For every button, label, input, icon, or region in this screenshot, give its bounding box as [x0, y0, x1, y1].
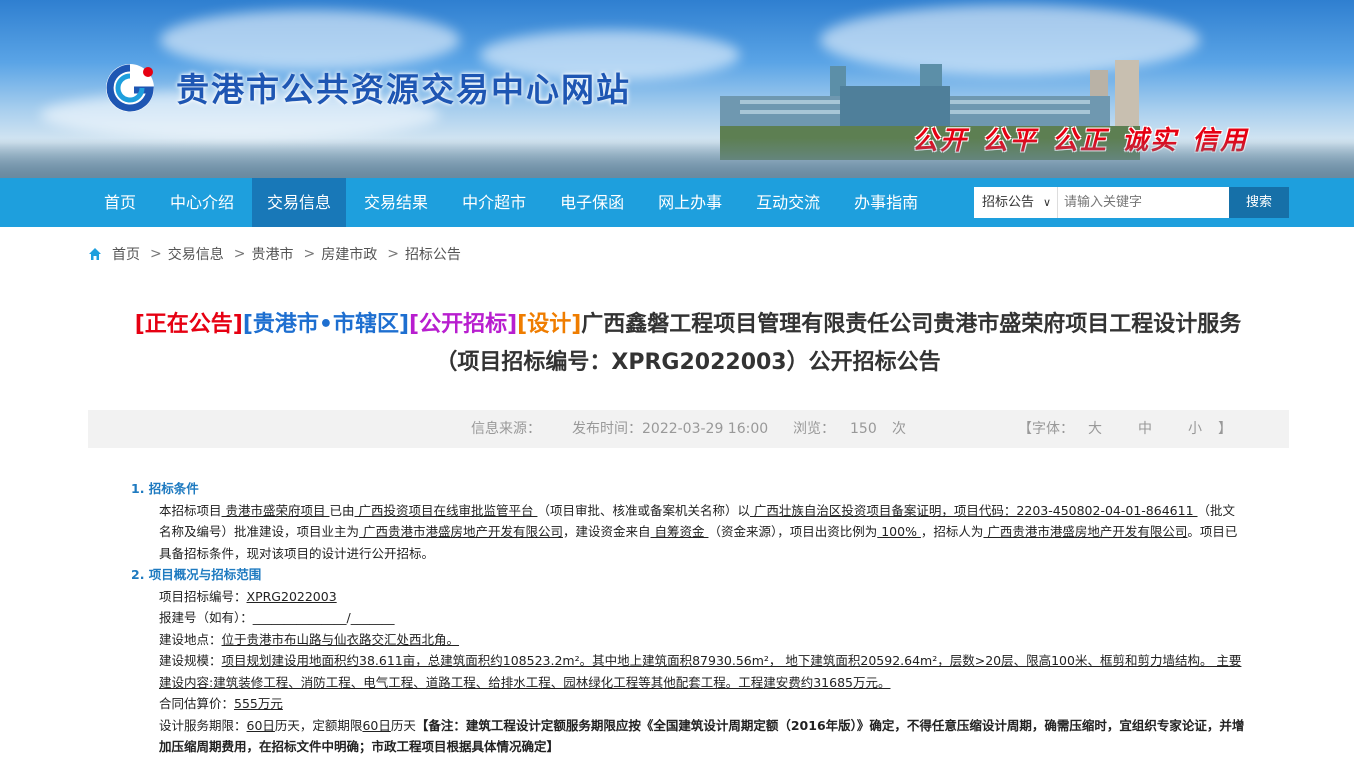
- nav-item-home[interactable]: 首页: [88, 178, 152, 227]
- tender-conditions-paragraph: 本招标项目 贵港市盛荣府项目 已由 广西投资项目在线审批监管平台 （项目审批、核…: [131, 500, 1246, 565]
- scale-row: 建设规模：项目规划建设用地面积约38.611亩，总建筑面积约108523.2m²…: [131, 650, 1246, 693]
- approval-platform: 广西投资项目在线审批监管平台: [354, 502, 538, 518]
- field-value: 项目规划建设用地面积约38.611亩，总建筑面积约108523.2m²。其中地上…: [159, 653, 1242, 690]
- chevron-down-icon: ∨: [1042, 196, 1051, 209]
- logo-icon: [106, 64, 154, 112]
- field-value: 555万元: [234, 696, 283, 711]
- investment-ratio: 100%: [877, 524, 921, 539]
- title-line-2: （项目招标编号：XPRG2022003）公开招标公告: [435, 350, 941, 375]
- views-unit: 次: [892, 421, 906, 437]
- breadcrumb: 首页 > 交易信息 > 贵港市 > 房建市政 > 招标公告: [88, 244, 461, 264]
- field-value: XPRG2022003: [246, 588, 337, 604]
- tender-code-row: 项目招标编号：XPRG2022003: [131, 586, 1246, 608]
- breadcrumb-separator: >: [387, 246, 399, 262]
- publish-date-label: 发布时间：: [572, 421, 642, 437]
- field-value: 60日: [362, 717, 391, 733]
- breadcrumb-current[interactable]: 招标公告: [405, 244, 461, 264]
- font-size-close: 】: [1218, 421, 1232, 437]
- location-row: 建设地点：位于贵港市布山路与仙衣路交汇处西北角。: [131, 629, 1246, 651]
- section-heading: 2. 项目概况与招标范围: [131, 567, 262, 582]
- tag-method: [公开招标]: [409, 312, 518, 337]
- nav-item-e-guarantee[interactable]: 电子保函: [544, 178, 640, 227]
- font-large-button[interactable]: 大: [1088, 410, 1102, 448]
- registration-row: 报建号（如有）：_______________/_______: [131, 607, 1246, 629]
- search-category-select[interactable]: 招标公告 ∨: [974, 187, 1058, 218]
- project-name: 贵港市盛荣府项目: [221, 502, 330, 518]
- search-button[interactable]: 搜索: [1229, 187, 1289, 218]
- text-segment: ，建设资金来自: [563, 524, 651, 539]
- text-segment: （资金来源），项目出资比例为: [708, 524, 878, 539]
- service-period-row: 设计服务期限：60日历天，定额期限60日历天【备注：建筑工程设计定额服务期限应按…: [131, 715, 1246, 758]
- project-owner: 广西贵港市港盛房地产开发有限公司: [359, 524, 563, 539]
- field-label: 合同估算价：: [159, 696, 235, 711]
- nav-item-agency-market[interactable]: 中介超市: [446, 178, 542, 227]
- tag-type: [设计]: [517, 312, 582, 337]
- nav-item-about[interactable]: 中心介绍: [154, 178, 250, 227]
- breadcrumb-category[interactable]: 房建市政: [321, 244, 377, 264]
- field-label: 设计服务期限：: [159, 717, 247, 733]
- text-segment: 已由: [329, 502, 355, 518]
- nav-item-online-service[interactable]: 网上办事: [642, 178, 738, 227]
- field-label: 项目招标编号：: [159, 588, 247, 604]
- estimated-price-row: 合同估算价：555万元: [131, 693, 1246, 715]
- field-label: 建设地点：: [159, 631, 222, 647]
- breadcrumb-city[interactable]: 贵港市: [251, 244, 293, 264]
- nav-item-trade-results[interactable]: 交易结果: [348, 178, 444, 227]
- title-line-1: 广西鑫磐工程项目管理有限责任公司贵港市盛荣府项目工程设计服务: [581, 312, 1242, 337]
- search-bar: 招标公告 ∨ 搜索: [974, 187, 1289, 218]
- fund-source: 自筹资金: [650, 524, 709, 539]
- nav-item-guide[interactable]: 办事指南: [838, 178, 934, 227]
- header-banner: 贵港市公共资源交易中心网站 公开公平公正诚实信用: [0, 0, 1354, 178]
- search-input[interactable]: [1058, 187, 1229, 218]
- banner-ground: [0, 138, 1354, 178]
- site-logo[interactable]: 贵港市公共资源交易中心网站: [100, 60, 631, 114]
- site-title: 贵港市公共资源交易中心网站: [176, 70, 631, 109]
- nav-item-interaction[interactable]: 互动交流: [740, 178, 836, 227]
- breadcrumb-separator: >: [150, 246, 162, 262]
- font-small-button[interactable]: 小: [1188, 410, 1202, 448]
- field-value: 60日: [246, 717, 275, 733]
- views-label: 浏览：: [793, 421, 835, 437]
- field-value: _______________/_______: [252, 610, 395, 625]
- text-segment: 历天: [390, 717, 416, 733]
- breadcrumb-trade-info[interactable]: 交易信息: [168, 244, 224, 264]
- tenderer: 广西贵港市港盛房地产开发有限公司: [983, 524, 1188, 539]
- main-nav: 首页 中心介绍 交易信息 交易结果 中介超市 电子保函 网上办事 互动交流 办事…: [0, 178, 1354, 227]
- breadcrumb-home[interactable]: 首页: [112, 244, 140, 264]
- views-count: 150: [850, 421, 877, 437]
- approval-document: 广西壮族自治区投资项目备案证明，项目代码：2203-450802-04-01-8…: [749, 502, 1198, 518]
- source-label: 信息来源：: [471, 421, 541, 437]
- home-icon: [89, 248, 101, 260]
- font-size-label: 【字体：: [1018, 421, 1074, 437]
- publish-date: 2022-03-29 16:00: [642, 421, 769, 437]
- text-segment: ，招标人为: [920, 524, 984, 539]
- search-category-value: 招标公告: [982, 195, 1035, 210]
- nav-item-trade-info[interactable]: 交易信息: [252, 178, 347, 227]
- section-heading: 1. 招标条件: [131, 481, 199, 496]
- text-segment: （项目审批、核准或备案机关名称）以: [537, 502, 750, 518]
- tag-status: [正在公告]: [134, 312, 243, 337]
- font-medium-button[interactable]: 中: [1138, 410, 1152, 448]
- text-segment: 本招标项目: [159, 502, 222, 518]
- field-label: 建设规模：: [159, 653, 222, 668]
- breadcrumb-separator: >: [303, 246, 316, 262]
- breadcrumb-separator: >: [233, 246, 246, 262]
- article-title: [正在公告][贵港市•市辖区][公开招标][设计]广西鑫磐工程项目管理有限责任公…: [88, 306, 1288, 382]
- text-segment: 历天，定额期限: [274, 717, 363, 733]
- article-body: 1. 招标条件 本招标项目 贵港市盛荣府项目 已由 广西投资项目在线审批监管平台…: [131, 478, 1246, 758]
- field-value: 位于贵港市布山路与仙衣路交汇处西北角。: [221, 631, 460, 647]
- tag-region: [贵港市•市辖区]: [242, 312, 410, 337]
- article-meta-bar: 信息来源： 发布时间： 2022-03-29 16:00 浏览： 150 次 【…: [88, 410, 1289, 448]
- field-label: 报建号（如有）：: [159, 610, 253, 625]
